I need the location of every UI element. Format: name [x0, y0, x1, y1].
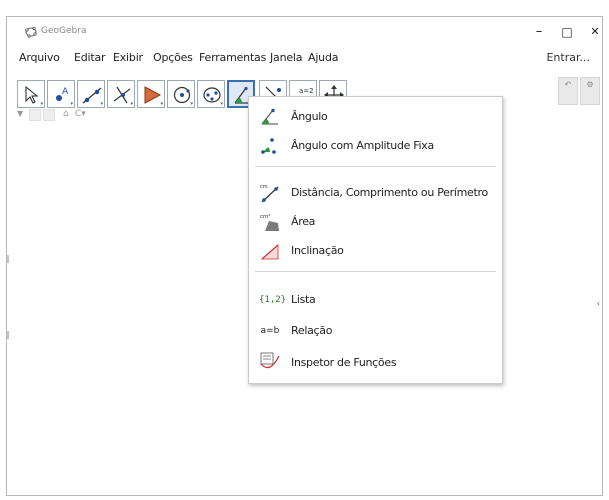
left-edge-mark: [7, 255, 9, 263]
view-menu-button[interactable]: C▾: [75, 109, 86, 119]
signin-link[interactable]: Entrar...: [546, 51, 590, 64]
menu-exibir[interactable]: Exibir: [113, 51, 143, 64]
slope-icon: [260, 244, 279, 260]
collapse-triangle-icon[interactable]: ▼: [17, 109, 23, 118]
move-tool[interactable]: ▾: [17, 80, 45, 108]
close-button[interactable]: ✕: [581, 21, 602, 43]
list-icon: {1,2}: [259, 295, 287, 305]
menu-item-inspetor-funcoes[interactable]: Inspetor de Funções: [249, 349, 502, 377]
axes-toggle[interactable]: [43, 109, 55, 121]
menu-item-label: Distância, Comprimento ou Perímetro: [291, 186, 488, 199]
function-inspector-icon: [260, 352, 280, 369]
menu-item-label: Relação: [291, 324, 333, 337]
menu-item-area[interactable]: cm² Área: [249, 208, 502, 236]
menu-opcoes[interactable]: Opções: [153, 51, 193, 64]
menu-janela[interactable]: Janela: [270, 51, 303, 64]
relation-icon: a=b: [260, 326, 280, 336]
gear-icon: ⚙: [586, 80, 594, 89]
svg-text:cm: cm: [260, 184, 268, 190]
settings-button[interactable]: ⚙: [580, 77, 600, 105]
line-tool[interactable]: ▾: [77, 80, 105, 108]
conic-tool[interactable]: ▾: [197, 80, 225, 108]
svg-text:a=2: a=2: [299, 87, 314, 95]
angle-tools-dropdown: Ângulo Ângulo com Amplitude Fixa cm Dist…: [248, 96, 503, 384]
undo-icon: ↶: [564, 80, 572, 89]
svg-text:A: A: [62, 87, 69, 97]
circle-tool[interactable]: ▾: [167, 80, 195, 108]
menu-separator: [255, 166, 496, 167]
angle-icon: [261, 108, 278, 125]
collapse-right-arrow-icon[interactable]: ‹: [597, 299, 600, 308]
distance-icon: cm: [260, 184, 279, 203]
window-title: GeoGebra: [41, 26, 87, 36]
menu-item-angulo[interactable]: Ângulo: [249, 103, 502, 131]
menu-item-label: Ângulo com Amplitude Fixa: [291, 139, 434, 152]
menu-item-angulo-amplitude-fixa[interactable]: Ângulo com Amplitude Fixa: [249, 132, 502, 160]
angle-fixed-size-icon: [261, 138, 276, 154]
point-tool[interactable]: A ▾: [47, 80, 75, 108]
menu-ferramentas[interactable]: Ferramentas: [199, 51, 266, 64]
left-edge-mark: [7, 331, 9, 339]
menu-item-lista[interactable]: {1,2} Lista: [249, 286, 502, 314]
menu-ajuda[interactable]: Ajuda: [308, 51, 338, 64]
area-icon: cm²: [260, 213, 279, 231]
menu-separator: [255, 271, 496, 272]
geogebra-logo-icon: [25, 26, 37, 38]
menu-item-label: Inclinação: [291, 244, 344, 257]
svg-text:cm²: cm²: [260, 213, 271, 220]
menu-editar[interactable]: Editar: [74, 51, 106, 64]
menu-bar: Arquivo Editar Exibir Opções Ferramentas…: [7, 49, 602, 67]
menu-item-label: Lista: [291, 293, 316, 306]
home-icon[interactable]: ⌂: [63, 109, 69, 119]
minimize-button[interactable]: –: [525, 21, 553, 43]
menu-item-distancia[interactable]: cm Distância, Comprimento ou Perímetro: [249, 179, 502, 207]
menu-item-inclinacao[interactable]: Inclinação: [249, 237, 502, 265]
menu-item-label: Ângulo: [291, 110, 328, 123]
menu-item-label: Inspetor de Funções: [291, 356, 397, 369]
menu-arquivo[interactable]: Arquivo: [19, 51, 60, 64]
menu-item-relacao[interactable]: a=b Relação: [249, 317, 502, 345]
polygon-tool[interactable]: ▾: [137, 80, 165, 108]
menu-item-label: Área: [291, 215, 316, 228]
maximize-button[interactable]: □: [553, 21, 581, 43]
title-bar: GeoGebra – □ ✕: [7, 17, 602, 49]
perpendicular-line-tool[interactable]: ▾: [107, 80, 135, 108]
style-bar-toggle[interactable]: [29, 109, 41, 121]
undo-button[interactable]: ↶: [558, 77, 578, 105]
